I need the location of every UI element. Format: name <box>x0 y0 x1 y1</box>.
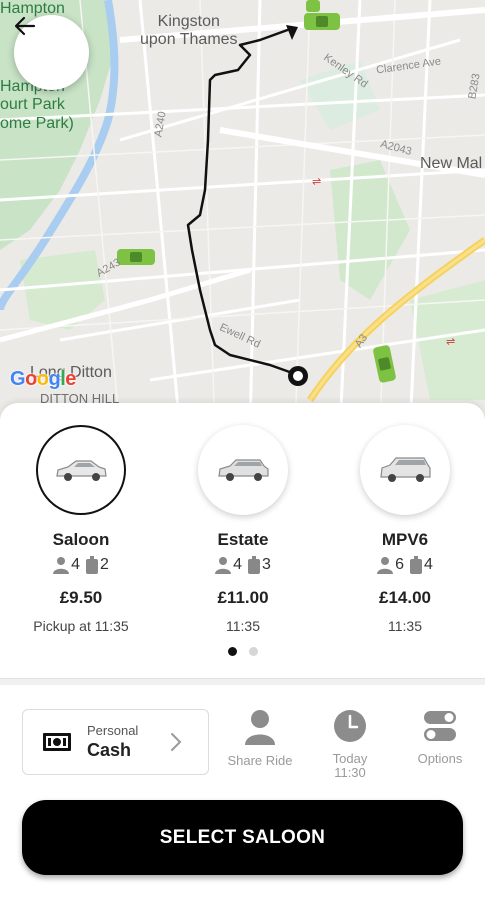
car-marker <box>306 0 320 12</box>
car-marker <box>117 249 155 265</box>
vehicle-eta: 11:35 <box>388 618 422 634</box>
pickup-time-button[interactable]: Today 11:30 <box>305 709 395 780</box>
payment-selector[interactable]: Personal Cash <box>22 709 209 775</box>
options-button[interactable]: Options <box>395 709 485 766</box>
google-logo-letter: G <box>10 368 26 390</box>
cash-icon <box>43 733 71 751</box>
carousel-pagination <box>0 647 485 656</box>
passenger-icon <box>377 557 394 574</box>
select-vehicle-button[interactable]: SELECT SALOON <box>22 800 463 875</box>
vehicle-image <box>36 425 126 515</box>
vehicle-price: £11.00 <box>217 588 269 607</box>
luggage-icon <box>86 556 98 574</box>
vehicle-price: £9.50 <box>59 588 103 607</box>
car-marker <box>373 345 396 383</box>
arrow-left-icon <box>14 16 36 36</box>
page-dot-1[interactable] <box>227 647 237 656</box>
clock-icon <box>334 710 366 742</box>
share-ride-button[interactable]: Share Ride <box>215 709 305 768</box>
passenger-icon <box>215 557 232 574</box>
google-logo: Google <box>10 368 76 391</box>
google-logo-letter: e <box>65 368 76 390</box>
car-icon <box>56 460 107 481</box>
luggage-count: 2 <box>100 556 109 573</box>
map-label-kingston: Kingston upon Thames <box>140 13 238 49</box>
select-vehicle-label: SELECT SALOON <box>159 826 326 848</box>
svg-text:⇌: ⇌ <box>446 336 455 348</box>
google-logo-letter: o <box>36 368 49 390</box>
passenger-icon <box>53 557 70 574</box>
vehicle-capacity: 4 3 <box>162 556 324 574</box>
passenger-count: 4 <box>233 556 242 573</box>
luggage-icon <box>248 556 260 574</box>
car-marker <box>304 13 340 30</box>
map-view[interactable]: ⇌ ⇌ Kingston upon Thames Hampton Hampton <box>0 0 485 430</box>
vehicle-eta: Pickup at 11:35 <box>33 618 129 634</box>
ride-selection-sheet: Saloon 4 2 £9.50 Pickup at 11:35 Estate <box>0 403 485 900</box>
luggage-count: 3 <box>262 556 271 573</box>
map-label-new-malden: New Mal <box>420 155 483 172</box>
vehicle-image <box>198 425 288 515</box>
car-icon <box>218 459 269 481</box>
passenger-count: 6 <box>395 556 404 573</box>
vehicle-image <box>360 425 450 515</box>
luggage-icon <box>410 556 422 574</box>
back-button[interactable] <box>14 15 89 90</box>
vehicle-name: MPV6 <box>381 530 429 549</box>
vehicle-capacity: 6 4 <box>324 556 485 574</box>
passenger-count: 4 <box>71 556 80 573</box>
google-logo-letter: g <box>48 368 61 390</box>
vehicle-option-estate[interactable]: Estate 4 3 £11.00 11:35 <box>162 425 324 634</box>
options-label: Options <box>417 751 463 766</box>
vehicle-carousel[interactable]: Saloon 4 2 £9.50 Pickup at 11:35 Estate <box>0 425 485 645</box>
vehicle-option-mpv6[interactable]: MPV6 6 4 £14.00 11:35 <box>324 425 485 634</box>
payment-type: Personal <box>87 723 139 738</box>
vehicle-name: Saloon <box>52 530 110 549</box>
vehicle-name: Estate <box>217 530 269 549</box>
page-dot-2[interactable] <box>248 647 258 656</box>
google-logo-letter: o <box>25 368 37 390</box>
vehicle-option-saloon[interactable]: Saloon 4 2 £9.50 Pickup at 11:35 <box>0 425 162 634</box>
vehicle-eta: 11:35 <box>226 618 260 634</box>
car-icon <box>380 457 431 482</box>
pickup-time: 11:30 <box>334 765 366 780</box>
pickup-day: Today <box>332 751 368 766</box>
vehicle-price: £14.00 <box>379 588 431 607</box>
person-icon <box>245 710 275 745</box>
chevron-right-icon <box>171 733 182 751</box>
payment-method: Cash <box>87 740 132 760</box>
vehicle-capacity: 4 2 <box>0 556 162 574</box>
share-ride-label: Share Ride <box>227 753 293 768</box>
luggage-count: 4 <box>424 556 433 573</box>
toggles-icon <box>424 711 456 741</box>
svg-text:⇌: ⇌ <box>312 176 321 188</box>
section-divider <box>0 678 485 685</box>
